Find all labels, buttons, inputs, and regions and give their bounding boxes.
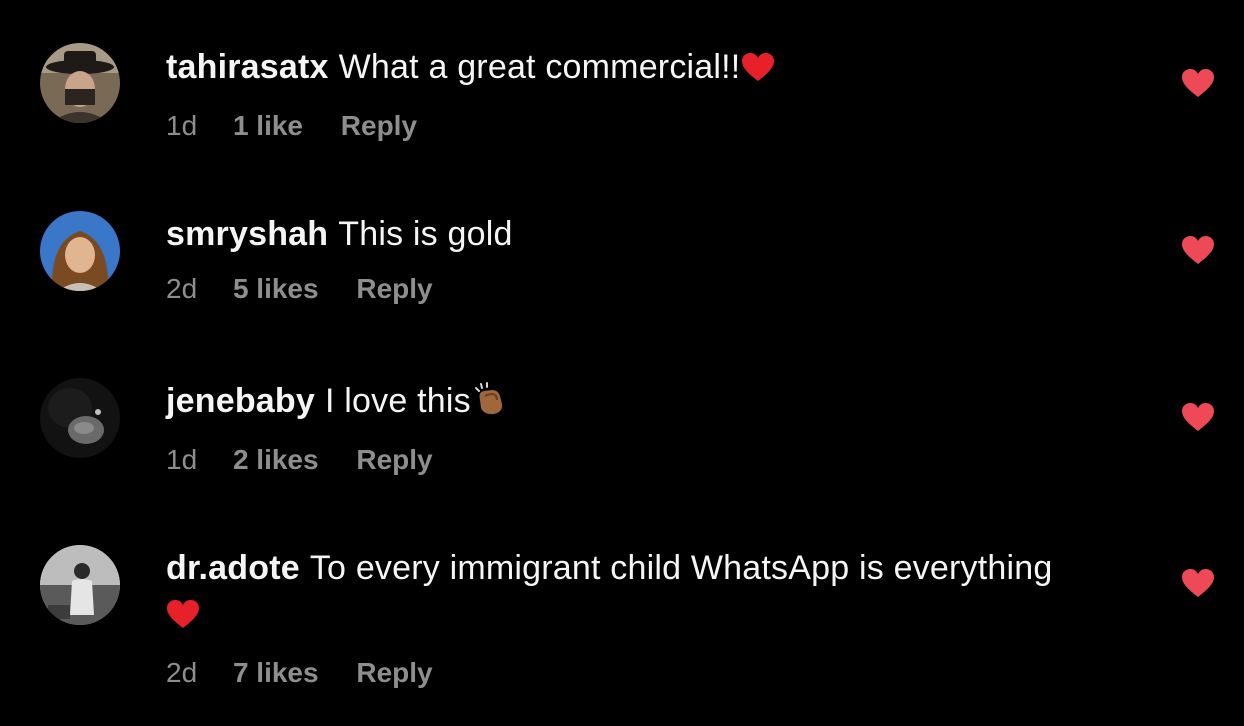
comment-likes-count[interactable]: 1 like	[233, 108, 303, 144]
like-heart-icon[interactable]	[1181, 568, 1215, 598]
avatar[interactable]	[40, 211, 120, 291]
avatar[interactable]	[40, 43, 120, 123]
reply-button[interactable]: Reply	[356, 271, 432, 307]
comment-time: 1d	[166, 110, 198, 141]
red-heart-emoji-icon	[166, 595, 200, 641]
comment-username[interactable]: jenebaby	[166, 382, 315, 420]
comment-time: 1d	[166, 444, 198, 475]
comment-likes-count[interactable]: 7 likes	[233, 655, 319, 691]
comment-text: smryshah This is gold	[166, 211, 1126, 257]
reply-button[interactable]: Reply	[356, 442, 432, 478]
comment-text-continuation	[166, 591, 1126, 641]
comment-meta: 2d 7 likes Reply	[166, 655, 1126, 691]
like-heart-icon[interactable]	[1181, 235, 1215, 265]
reply-button[interactable]: Reply	[341, 108, 417, 144]
like-heart-icon[interactable]	[1181, 402, 1215, 432]
like-heart-icon[interactable]	[1181, 68, 1215, 98]
comment-body: I love this	[325, 382, 471, 420]
comment-text: dr.adote To every immigrant child WhatsAp…	[166, 545, 1126, 591]
comment-meta: 1d 2 likes Reply	[166, 442, 1126, 478]
comment-likes-count[interactable]: 2 likes	[233, 442, 319, 478]
avatar-image	[40, 545, 120, 625]
reply-button[interactable]: Reply	[356, 655, 432, 691]
avatar[interactable]	[40, 378, 120, 458]
comment-likes-count[interactable]: 5 likes	[233, 271, 319, 307]
comment-body: To every immigrant child WhatsApp is eve…	[309, 549, 1053, 587]
comment-username[interactable]: tahirasatx	[166, 48, 329, 86]
comment-username[interactable]: dr.adote	[166, 549, 300, 587]
comment-text: jenebaby I love this	[166, 378, 1126, 428]
comment-body: What a great commercial!!	[338, 48, 741, 86]
avatar-image	[40, 378, 120, 458]
comment-meta: 1d 1 like Reply	[166, 108, 1126, 144]
clapping-hands-emoji-icon	[472, 382, 508, 428]
comment-time: 2d	[166, 657, 198, 688]
comment-text: tahirasatx What a great commercial!!	[166, 44, 1126, 94]
comment-meta: 2d 5 likes Reply	[166, 271, 1126, 307]
red-heart-emoji-icon	[741, 48, 775, 94]
avatar[interactable]	[40, 545, 120, 625]
comment-time: 2d	[166, 273, 198, 304]
avatar-image	[40, 211, 120, 291]
comment-username[interactable]: smryshah	[166, 215, 328, 253]
comment-body: This is gold	[338, 215, 513, 253]
avatar-image	[40, 43, 120, 123]
